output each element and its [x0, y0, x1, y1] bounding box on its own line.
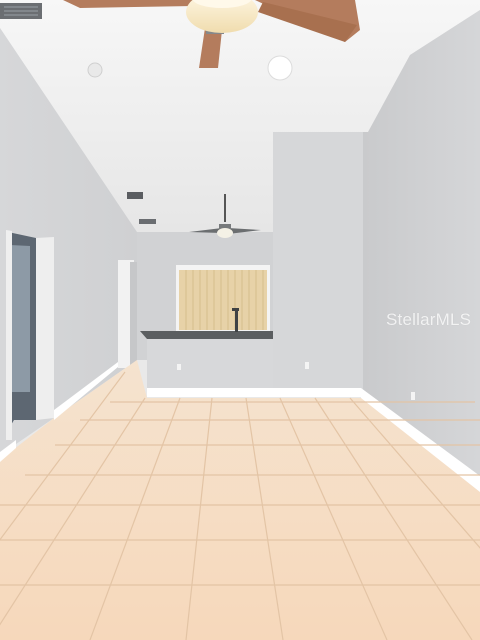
partition-wall: [273, 132, 363, 390]
left-door-trim: [36, 237, 54, 420]
ceiling-vent-2: [139, 219, 156, 224]
outlet-partition: [305, 362, 309, 369]
left-doorway-inner: [10, 245, 30, 392]
window-blinds: [179, 270, 267, 330]
ceiling-vent-1: [127, 192, 143, 199]
room-photo: StellarMLS: [0, 0, 480, 640]
baseboard-counter: [147, 388, 361, 397]
smoke-detector: [87, 62, 103, 78]
countertop: [140, 331, 276, 339]
faucet: [235, 308, 238, 332]
recessed-light: [267, 55, 293, 81]
left-door-trim-edge: [6, 230, 12, 440]
outlet-right: [411, 392, 415, 400]
watermark-text: StellarMLS: [386, 310, 472, 329]
outlet-counter: [177, 364, 181, 370]
faucet-spout: [232, 308, 239, 311]
counter-base: [147, 336, 275, 390]
far-doorway-shadow: [130, 262, 137, 366]
